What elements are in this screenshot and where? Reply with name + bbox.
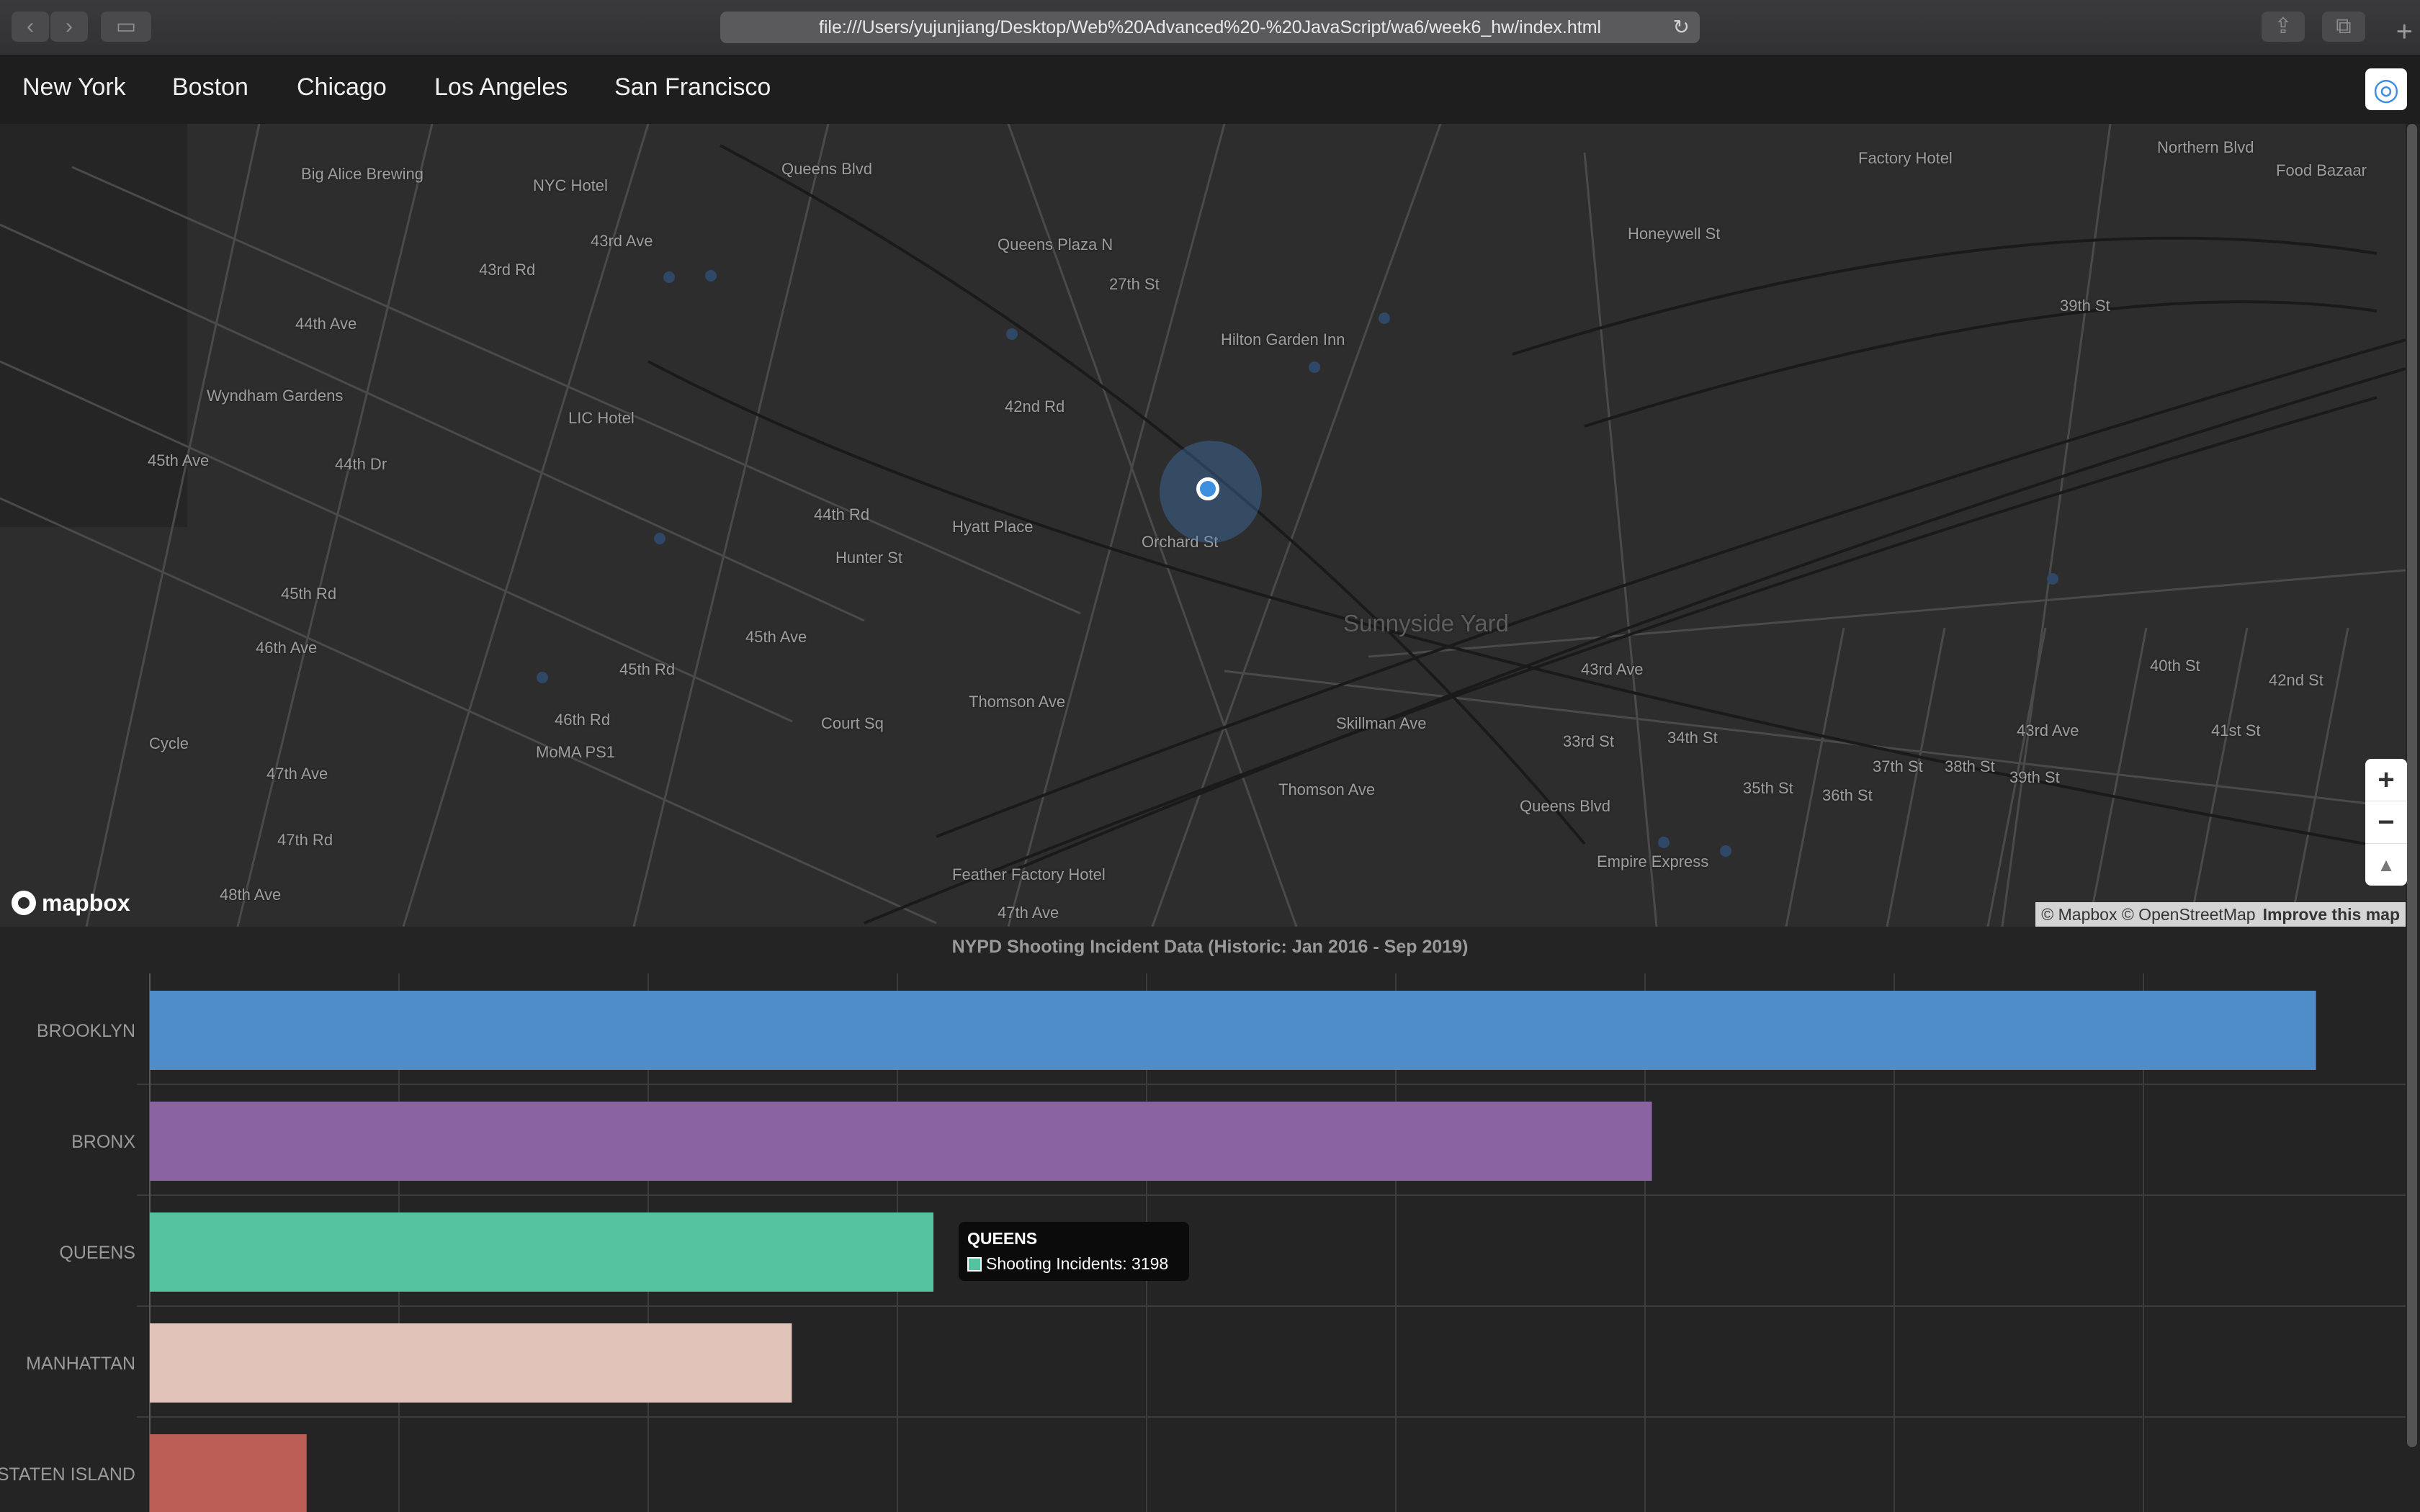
chart-bar-bronx[interactable] — [150, 1102, 1652, 1181]
chart-bar-manhattan[interactable] — [150, 1323, 792, 1403]
chart-category-label: MANHATTAN — [26, 1354, 135, 1374]
chart-bar-brooklyn[interactable] — [150, 991, 2316, 1070]
tooltip-title: QUEENS — [967, 1229, 1038, 1248]
chart-category-label: BROOKLYN — [37, 1021, 135, 1041]
chart-bar-queens[interactable] — [150, 1212, 934, 1292]
chart-category-label: BRONX — [71, 1132, 135, 1152]
bar-chart: BROOKLYN BRONX QUEENS MANHATTAN STATEN ISLAN… — [0, 973, 2406, 1512]
chart-bar-staten-island[interactable] — [150, 1434, 307, 1512]
tooltip-swatch — [967, 1257, 982, 1272]
tooltip-value: Shooting Incidents: 3198 — [986, 1254, 1169, 1273]
chart-category-label: STATEN ISLAND — [0, 1464, 135, 1485]
chart-category-label: QUEENS — [59, 1243, 135, 1263]
page-scrollbar[interactable] — [2407, 124, 2417, 1447]
chart-tooltip: QUEENS Shooting Incidents: 3198 — [959, 1222, 1189, 1281]
